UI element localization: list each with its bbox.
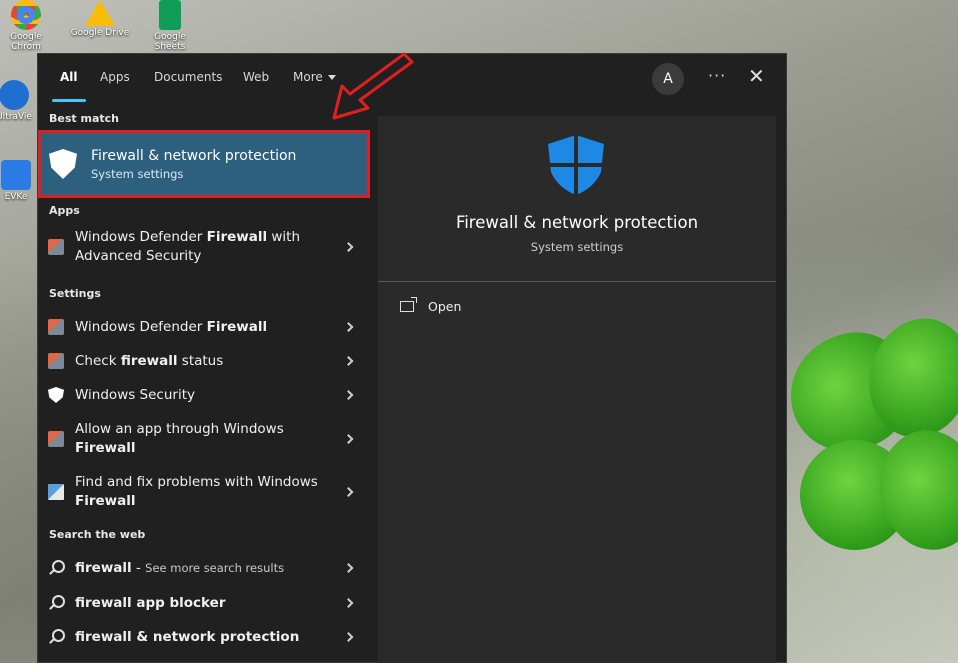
result-item-app[interactable]: Windows Defender Firewall with Advanced …: [38, 224, 370, 270]
search-icon: [48, 629, 65, 645]
tab-documents[interactable]: Documents: [154, 70, 222, 84]
web-result-item[interactable]: firewall & network protection: [38, 620, 370, 654]
search-icon: [48, 560, 65, 576]
open-action[interactable]: Open: [400, 297, 462, 314]
best-match-result[interactable]: Firewall & network protection System set…: [38, 130, 370, 198]
desktop-icon-label: Google Drive: [70, 28, 130, 38]
annotation-arrow-icon: [332, 52, 414, 120]
web-result-item[interactable]: firewall - See more search results: [38, 551, 370, 585]
preview-header: Firewall & network protection System set…: [378, 116, 776, 282]
section-search-web: Search the web: [49, 528, 146, 541]
preview-pane: Firewall & network protection System set…: [378, 116, 776, 663]
section-best-match: Best match: [49, 112, 119, 125]
desktop-icon-label: Google Sheets: [154, 32, 186, 52]
chevron-right-icon[interactable]: [343, 632, 354, 642]
chevron-right-icon[interactable]: [343, 242, 354, 252]
desktop-icon-label: Google Chrom: [10, 32, 42, 52]
troubleshoot-icon: [48, 484, 64, 500]
open-external-icon: [400, 297, 417, 312]
preview-title: Firewall & network protection: [455, 213, 699, 232]
open-label: Open: [428, 299, 462, 314]
allow-app-icon: [48, 431, 64, 447]
chevron-right-icon[interactable]: [343, 356, 354, 366]
chevron-right-icon[interactable]: [343, 598, 354, 608]
result-label: Check firewall status: [75, 352, 224, 369]
desktop-icon-label: EVKe: [4, 192, 28, 202]
windows-security-shield-icon: [548, 135, 604, 195]
tab-apps[interactable]: Apps: [100, 70, 130, 84]
firewall-app-icon: [48, 239, 64, 255]
desktop-icon-chrome[interactable]: Google Chrom: [0, 0, 56, 52]
result-item-setting[interactable]: Windows Defender Firewall: [38, 310, 370, 344]
chevron-right-icon[interactable]: [343, 390, 354, 400]
best-match-title: Firewall & network protection: [91, 147, 297, 164]
firewall-settings-icon: [48, 319, 64, 335]
section-apps: Apps: [49, 204, 80, 217]
chevron-right-icon[interactable]: [343, 434, 354, 444]
chevron-right-icon[interactable]: [343, 487, 354, 497]
tab-web[interactable]: Web: [243, 70, 269, 84]
more-options-icon[interactable]: ···: [708, 66, 726, 85]
preview-subtitle: System settings: [530, 240, 624, 254]
windows-security-shield-icon: [48, 387, 64, 403]
best-match-subtitle: System settings: [91, 166, 184, 181]
result-item-setting[interactable]: Find and fix problems with Windows Firew…: [38, 469, 370, 515]
result-label: firewall app blocker: [75, 594, 226, 611]
chevron-right-icon[interactable]: [343, 563, 354, 573]
result-label: firewall - See more search results: [75, 559, 285, 576]
avatar[interactable]: A: [652, 63, 684, 95]
chevron-right-icon[interactable]: [343, 322, 354, 332]
chrome-icon: [11, 0, 41, 30]
tab-all[interactable]: All: [60, 70, 78, 84]
search-panel: All Apps Documents Web More A ··· ✕ Best…: [37, 53, 787, 663]
shield-icon: [49, 149, 77, 179]
section-settings: Settings: [49, 287, 101, 300]
google-drive-icon: [85, 0, 115, 26]
result-label: Windows Security: [75, 386, 195, 403]
close-button[interactable]: ✕: [748, 64, 765, 88]
desktop-icon-label: UltraVie: [0, 112, 32, 122]
ultraviewer-icon: [0, 80, 29, 110]
evkey-icon: [1, 160, 31, 190]
result-label: Windows Defender Firewall: [75, 318, 268, 335]
result-label: Find and fix problems with Windows Firew…: [75, 474, 318, 509]
desktop-icon-google-drive[interactable]: Google Drive: [70, 0, 130, 38]
desktop-icon-google-sheets[interactable]: Google Sheets: [140, 0, 200, 52]
search-icon: [48, 595, 65, 611]
active-tab-indicator: [52, 99, 86, 102]
result-item-setting[interactable]: Windows Security: [38, 378, 370, 412]
result-label: Windows Defender Firewall with Advanced …: [75, 229, 301, 264]
result-item-setting[interactable]: Check firewall status: [38, 344, 370, 378]
web-result-item[interactable]: firewall app blocker: [38, 586, 370, 620]
google-sheets-icon: [159, 0, 181, 30]
firewall-status-icon: [48, 353, 64, 369]
result-label: firewall & network protection: [75, 628, 300, 645]
result-item-setting[interactable]: Allow an app through Windows Firewall: [38, 416, 370, 462]
tab-more-label: More: [293, 70, 323, 84]
result-label: Allow an app through Windows Firewall: [75, 421, 284, 456]
